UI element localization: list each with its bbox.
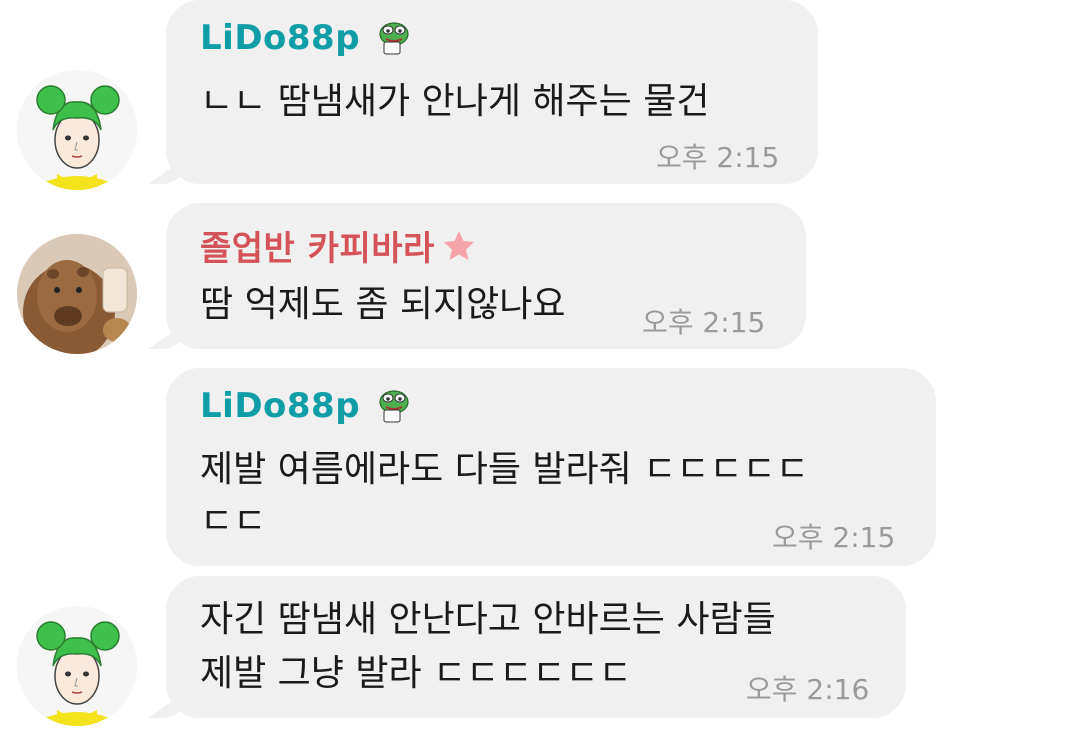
message-text-line-1: 제발 여름에라도 다들 발라줘 ㄷㄷㄷㄷㄷ xyxy=(200,449,809,490)
message-timestamp: 오후 2:15 xyxy=(772,521,896,554)
avatar-capybara[interactable] xyxy=(17,234,137,354)
pepe-frog-sticker-icon xyxy=(376,388,412,424)
message-text: 땀 억제도 좀 되지않나요 xyxy=(200,284,566,325)
avatar-green-hair-girl[interactable] xyxy=(17,606,137,726)
message-timestamp: 오후 2:16 xyxy=(746,673,870,706)
sender-name[interactable]: LiDo88p xyxy=(200,18,412,58)
message-bubble[interactable]: LiDo88p 제발 여름에라도 다들 발라줘 ㄷㄷㄷㄷㄷ ㄷㄷ 오후 2:15 xyxy=(166,368,936,566)
chat-view: LiDo88p ㄴㄴ 땀냄새가 안나게 해주는 물건 오후 2:15 졸업반 카… xyxy=(0,0,1080,736)
message-timestamp: 오후 2:15 xyxy=(642,306,766,339)
sender-name[interactable]: 졸업반 카피바라 xyxy=(200,221,477,270)
message-text-line-2: 제발 그냥 발라 ㄷㄷㄷㄷㄷㄷ xyxy=(200,653,632,694)
message-text-line-2: ㄷㄷ xyxy=(200,501,267,542)
message-bubble[interactable]: 졸업반 카피바라 땀 억제도 좀 되지않나요 오후 2:15 xyxy=(166,203,806,349)
sender-name[interactable]: LiDo88p xyxy=(200,386,412,426)
message-bubble[interactable]: 자긴 땀냄새 안난다고 안바르는 사람들 제발 그냥 발라 ㄷㄷㄷㄷㄷㄷ 오후 … xyxy=(166,576,906,718)
message-timestamp: 오후 2:15 xyxy=(656,141,780,174)
star-icon xyxy=(441,228,477,264)
message-text-line-1: 자긴 땀냄새 안난다고 안바르는 사람들 xyxy=(200,599,776,640)
message-text: ㄴㄴ 땀냄새가 안나게 해주는 물건 xyxy=(200,81,710,122)
message-bubble[interactable]: LiDo88p ㄴㄴ 땀냄새가 안나게 해주는 물건 오후 2:15 xyxy=(166,0,818,184)
avatar-green-hair-girl[interactable] xyxy=(17,70,137,190)
pepe-frog-sticker-icon xyxy=(376,20,412,56)
